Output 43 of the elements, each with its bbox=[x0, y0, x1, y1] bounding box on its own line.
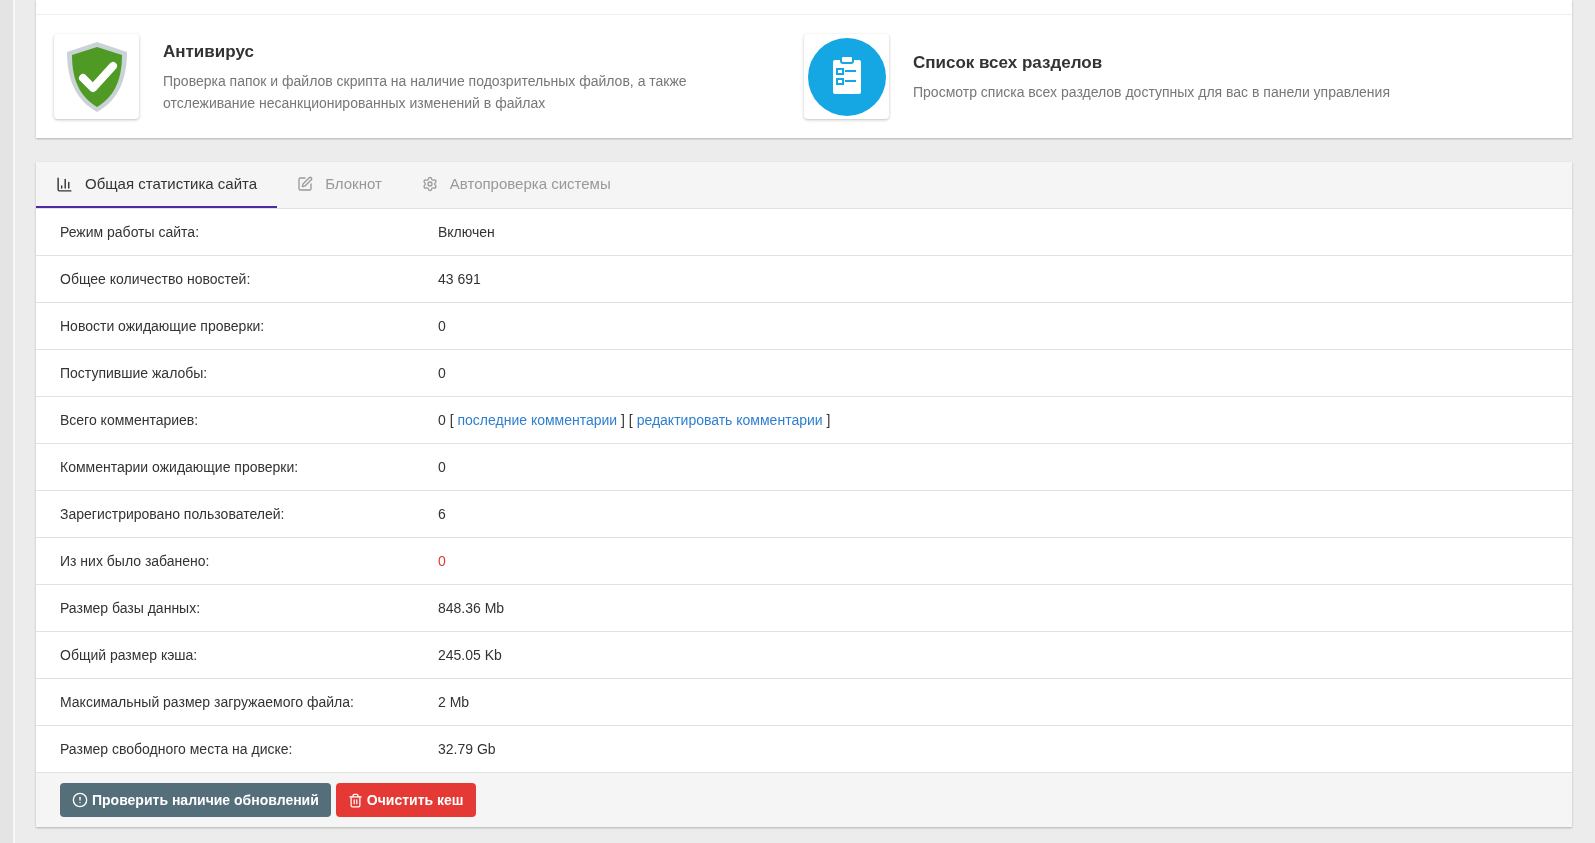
check-updates-button[interactable]: Проверить наличие обновлений bbox=[60, 783, 331, 817]
row-label: Поступившие жалобы: bbox=[59, 363, 209, 383]
row-value: 0 bbox=[438, 551, 446, 571]
tab[interactable]: Блокнот bbox=[277, 162, 402, 208]
clear-cache-button[interactable]: Очистить кеш bbox=[335, 783, 476, 817]
row-value: 0 bbox=[438, 363, 446, 383]
row-value: 848.36 Mb bbox=[438, 598, 505, 618]
settings-icon bbox=[421, 176, 438, 192]
alert-icon bbox=[72, 792, 88, 808]
row-label: Размер базы данных: bbox=[59, 598, 202, 618]
row-label: Комментарии ожидающие проверки: bbox=[59, 457, 300, 477]
row-value: 245.05 Kb bbox=[438, 645, 502, 665]
row-value: Включен bbox=[438, 222, 495, 242]
row-value: 43 691 bbox=[438, 269, 481, 289]
bar-chart-icon bbox=[56, 175, 73, 193]
tab[interactable]: Автопроверка системы bbox=[401, 162, 631, 208]
row-label: Размер свободного места на диске: bbox=[59, 739, 294, 759]
row-label: Всего комментариев: bbox=[59, 410, 200, 430]
card-title[interactable]: Список всех разделов bbox=[913, 49, 1390, 76]
clipboard-icon bbox=[807, 37, 886, 116]
icon-tile[interactable] bbox=[54, 34, 139, 119]
row-label: Максимальный размер загружаемого файла: bbox=[59, 692, 355, 712]
edit-icon bbox=[297, 176, 314, 192]
row-label: Из них было забанено: bbox=[59, 551, 211, 571]
row-label: Новости ожидающие проверки: bbox=[59, 316, 266, 336]
tab[interactable]: Общая статистика сайта bbox=[36, 162, 278, 208]
row-value: 6 bbox=[438, 504, 446, 524]
comments-link[interactable]: редактировать комментарии bbox=[636, 411, 823, 428]
row-label: Общий размер кэша: bbox=[59, 645, 199, 665]
row-label: Режим работы сайта: bbox=[59, 222, 201, 242]
row-value: 0 bbox=[438, 316, 446, 336]
card-description: Проверка папок и файлов скрипта на наличие подозрительных файлов, а также отслеживание несанкционированных изменений в файлах bbox=[163, 72, 688, 114]
icon-tile[interactable] bbox=[804, 34, 889, 119]
row-label: Зарегистрировано пользователей: bbox=[59, 504, 286, 524]
row-label: Общее количество новостей: bbox=[59, 269, 252, 289]
card-description: Просмотр списка всех разделов доступных для вас в панели управления bbox=[913, 83, 1390, 103]
row-value: 0 [ последние комментарии ] [ редактировать комментарии ] bbox=[438, 410, 831, 430]
row-value: 32.79 Gb bbox=[438, 739, 496, 759]
comments-link[interactable]: последние комментарии bbox=[457, 411, 618, 428]
card-title[interactable]: Антивирус bbox=[163, 38, 723, 65]
row-value: 2 Mb bbox=[438, 692, 470, 712]
row-value: 0 bbox=[438, 457, 446, 477]
trash-icon bbox=[347, 792, 363, 808]
